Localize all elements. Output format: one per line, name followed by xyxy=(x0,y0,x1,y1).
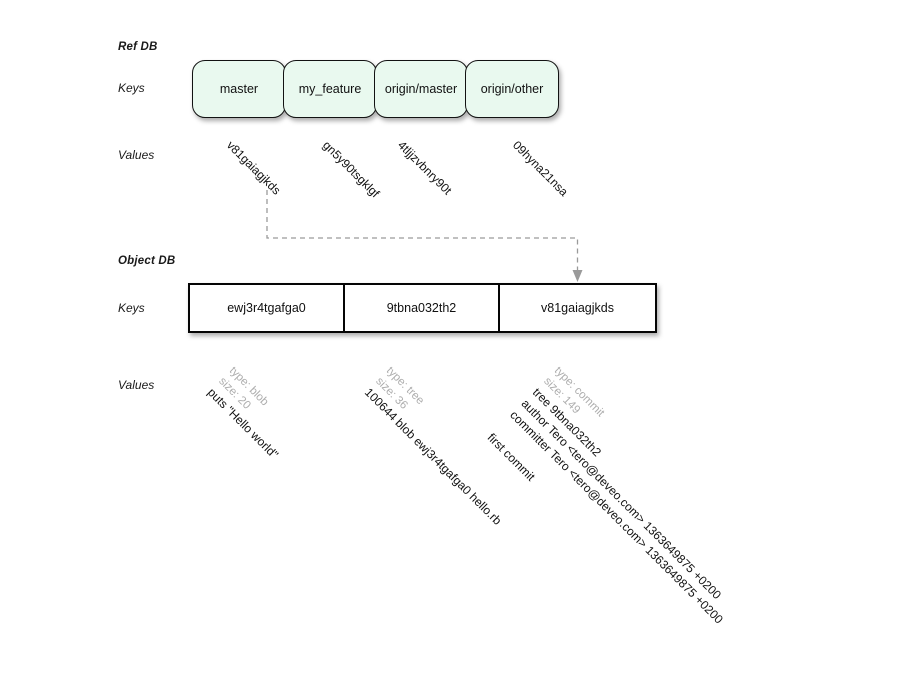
ref-db-key-row: master my_feature origin/master origin/o… xyxy=(192,60,559,118)
ref-db-value: gn5y90tsgklgf xyxy=(320,138,383,201)
object-db-key-cell[interactable]: v81gaiagjkds xyxy=(500,285,655,331)
ref-db-value: 09hyna21nsa xyxy=(510,138,571,199)
ref-db-value: 4tljjzvbnry90t xyxy=(395,138,455,198)
object-db-value-block: type: blob size: 20 puts "Hello world" xyxy=(203,364,302,463)
ref-db-key-box[interactable]: master xyxy=(192,60,286,118)
ref-db-key-box[interactable]: origin/master xyxy=(374,60,468,118)
object-db-key-cell[interactable]: ewj3r4tgafga0 xyxy=(190,285,345,331)
object-db-key-cell[interactable]: 9tbna032th2 xyxy=(345,285,500,331)
ref-db-section-title: Ref DB xyxy=(118,41,158,53)
diagram-canvas: Ref DB Keys Values master my_feature ori… xyxy=(0,0,900,677)
ref-db-key-box[interactable]: my_feature xyxy=(283,60,377,118)
object-db-section-title: Object DB xyxy=(118,255,176,267)
object-db-keys-label: Keys xyxy=(118,301,145,315)
object-db-key-row: ewj3r4tgafga0 9tbna032th2 v81gaiagjkds xyxy=(188,283,657,333)
ref-db-keys-label: Keys xyxy=(118,81,145,95)
object-db-values-label: Values xyxy=(118,378,155,392)
ref-db-value: v81gaiagjkds xyxy=(224,138,284,198)
object-db-value-block: type: commit size: 149 tree 9tbna032th2 … xyxy=(484,364,770,650)
ref-db-values-label: Values xyxy=(118,148,155,162)
ref-db-key-box[interactable]: origin/other xyxy=(465,60,559,118)
